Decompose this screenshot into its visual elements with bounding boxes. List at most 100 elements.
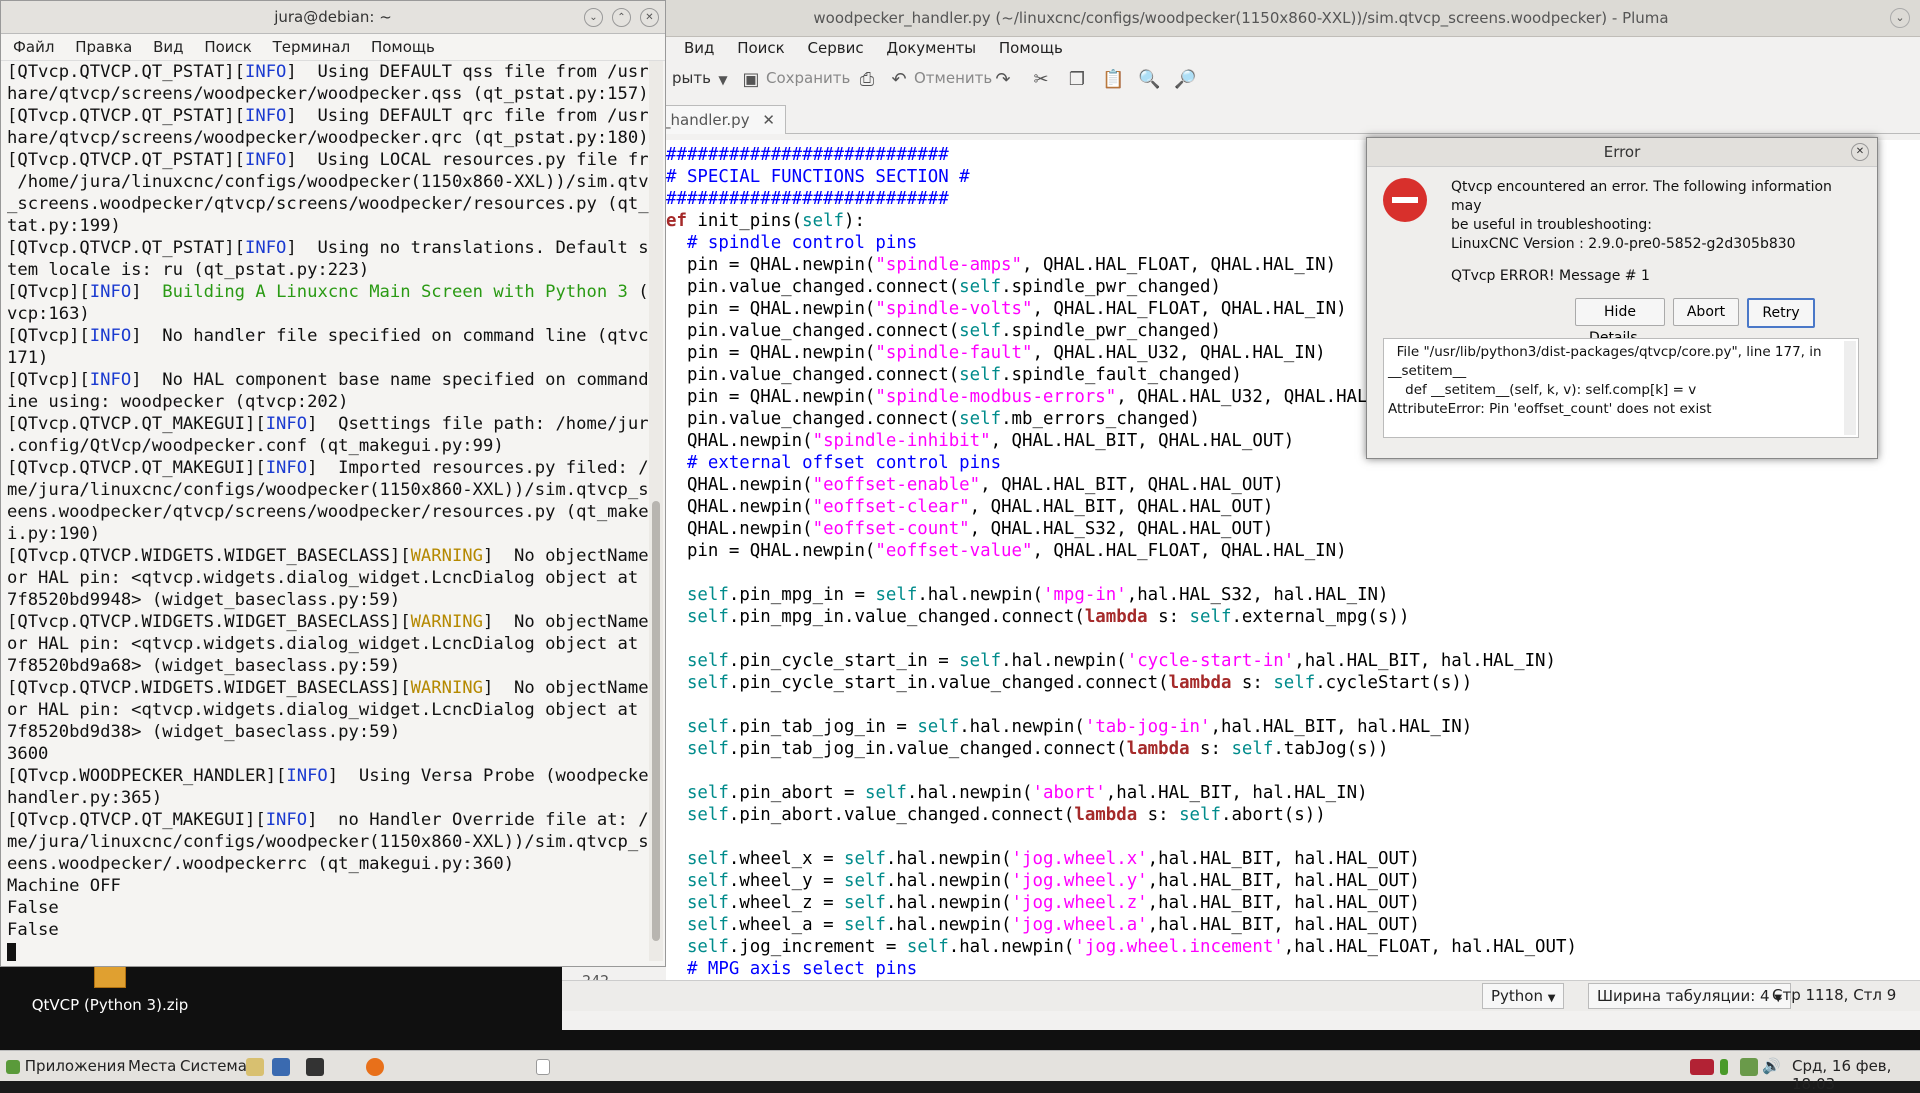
menu-view[interactable]: Вид [684,39,714,57]
terminal-line: vcp:163) [7,304,90,324]
terminal-line: [QTvcp.QTVCP.WIDGETS.WIDGET_BASECLASS][W… [7,612,651,632]
cut-icon[interactable]: ✂ [1030,69,1052,91]
apps-menu[interactable]: Приложения [6,1057,125,1075]
code-line: self.jog_increment = self.hal.newpin('jo… [686,937,1577,957]
terminal-line: hare/qtvcp/screens/woodpecker/woodpecker… [7,128,649,148]
terminal-scrollbar[interactable] [649,61,663,961]
menu-documents[interactable]: Документы [886,39,976,57]
chevron-down-icon[interactable]: ⌄ [1890,8,1910,28]
message-line: Qtvcp encountered an error. The followin… [1451,179,1832,214]
zip-file-icon[interactable]: QtVCP (Python 3).zip [10,962,210,1032]
maximize-icon[interactable]: ⌃ [612,8,631,27]
error-dialog: Error ✕ Qtvcp encountered an error. The … [1366,137,1878,459]
replace-icon[interactable]: 🔎 [1174,69,1196,91]
message-line: be useful in troubleshooting: [1451,217,1653,233]
chevron-down-icon[interactable]: ▼ [712,69,734,91]
tab-width-label: Ширина табуляции: 4 [1597,987,1770,1005]
close-icon[interactable]: ✕ [640,8,659,27]
code-line: self.pin_mpg_in = self.hal.newpin('mpg-i… [686,585,1389,605]
details-scrollbar[interactable] [1844,341,1856,435]
menu-terminal[interactable]: Терминал [273,38,351,56]
clock[interactable]: Срд, 16 фев, 18:03 [1792,1057,1920,1093]
menu-view[interactable]: Вид [153,38,183,56]
terminal-line: [QTvcp][INFO] No handler file specified … [7,326,651,346]
menu-tools[interactable]: Сервис [808,39,864,57]
code-line: QHAL.newpin("eoffset-count", QHAL.HAL_S3… [666,519,1274,539]
menu-file[interactable]: Файл [13,38,54,56]
editor-titlebar: woodpecker_handler.py (~/linuxcnc/config… [562,0,1920,37]
code-line: QHAL.newpin("eoffset-enable", QHAL.HAL_B… [666,475,1284,495]
debian-icon [6,1059,20,1074]
hide-details-button[interactable]: Hide Details... [1575,298,1665,346]
error-message: Qtvcp encountered an error. The followin… [1451,178,1861,254]
menu-help[interactable]: Помощь [999,39,1063,57]
text-editor-launcher-icon[interactable] [246,1057,264,1076]
terminal-line: or HAL pin: <qtvcp.widgets.dialog_widget… [7,700,651,720]
dialog-title: Error [1603,143,1641,161]
terminal-line: me/jura/linuxcnc/configs/woodpecker(1150… [7,832,651,852]
minimize-icon[interactable]: ⌄ [584,8,603,27]
print-icon[interactable]: ⎙ [856,69,878,91]
keyboard-layout-flag-icon[interactable] [1690,1057,1714,1075]
language-selector[interactable]: Python ▼ [1482,983,1565,1009]
undo-icon: ↶ [891,69,907,90]
terminal-line: [QTvcp.QTVCP.QT_PSTAT][INFO] Using DEFAU… [7,106,651,126]
terminal-line: Machine OFF [7,876,121,896]
code-line: self.pin_tab_jog_in.value_changed.connec… [686,739,1389,759]
terminal-output[interactable]: [QTvcp.QTVCP.QT_PSTAT][INFO] Using DEFAU… [7,61,651,961]
code-line: self.wheel_a = self.hal.newpin('jog.whee… [686,915,1420,935]
battery-icon[interactable] [1720,1057,1728,1075]
copy-icon[interactable]: ❐ [1066,69,1088,91]
code-line: self.pin_tab_jog_in = self.hal.newpin('t… [686,717,1473,737]
terminal-line: .config/QtVcp/woodpecker.conf (qt_makegu… [7,436,504,456]
undo-button[interactable]: Отменить [914,69,992,87]
tab-width-selector[interactable]: Ширина табуляции: 4 ▼ [1588,983,1792,1009]
close-icon[interactable]: ✕ [1851,143,1869,161]
code-line: self.wheel_y = self.hal.newpin('jog.whee… [686,871,1420,891]
terminal-line: me/jura/linuxcnc/configs/woodpecker(1150… [7,480,651,500]
network-icon[interactable] [1740,1057,1758,1076]
menu-search[interactable]: Поиск [204,38,252,56]
menu-edit[interactable]: Правка [75,38,132,56]
terminal-line: 7f8520bd9948> (widget_baseclass.py:59) [7,590,401,610]
code-line: self.pin_abort = self.hal.newpin('abort'… [686,783,1368,803]
scrollbar-thumb[interactable] [652,501,660,941]
terminal-line: False [7,920,59,940]
terminal-cursor [7,943,16,961]
details-text[interactable]: File "/usr/lib/python3/dist-packages/qtv… [1383,338,1859,438]
line-number: 242 [582,970,609,980]
terminal-line: 7f8520bd9d38> (widget_baseclass.py:59) [7,722,401,742]
search-icon[interactable]: 🔍 [1138,69,1160,91]
editor-tabbar: _handler.py ✕ [562,103,1920,134]
firefox-icon[interactable] [366,1057,384,1076]
open-button[interactable]: рыть [672,69,711,87]
menu-help[interactable]: Помощь [371,38,435,56]
retry-button[interactable]: Retry [1747,298,1815,328]
code-line: # MPG axis select pins [666,959,918,979]
places-menu[interactable]: Места [128,1057,176,1075]
terminal-line: eens.woodpecker/qtvcp/screens/woodpecker… [7,502,651,522]
window-list-icon[interactable] [536,1057,550,1075]
close-icon[interactable]: ✕ [762,111,775,129]
editor-statusbar: Python ▼ Ширина табуляции: 4 ▼ Стр 1118,… [562,980,1920,1011]
terminal-line: [QTvcp.QTVCP.QT_MAKEGUI][INFO] no Handle… [7,810,651,830]
save-button[interactable]: Сохранить [766,69,850,87]
paste-icon[interactable]: 📋 [1102,69,1124,91]
volume-icon[interactable]: 🔊 [1762,1057,1781,1075]
linuxcnc-launcher-icon[interactable] [272,1057,290,1076]
system-menu[interactable]: Система [180,1057,247,1075]
terminal-launcher-icon[interactable] [306,1057,324,1076]
redo-icon[interactable]: ↷ [992,69,1014,91]
code-line: self.wheel_z = self.hal.newpin('jog.whee… [686,893,1420,913]
error-message-number: QTvcp ERROR! Message # 1 [1451,268,1650,284]
apps-label: Приложения [24,1057,126,1075]
menu-search[interactable]: Поиск [737,39,785,57]
terminal-line: _screens.woodpecker/qtvcp/screens/woodpe… [7,194,651,214]
editor-toolbar: рыть ▼ ▣ Сохранить ⎙ ↶ Отменить ↷ ✂ ❐ 📋 … [562,59,1920,103]
terminal-line: [QTvcp.QTVCP.WIDGETS.WIDGET_BASECLASS][W… [7,678,651,698]
abort-button[interactable]: Abort [1673,298,1739,326]
terminal-line: [QTvcp.QTVCP.QT_MAKEGUI][INFO] Qsettings… [7,414,651,434]
